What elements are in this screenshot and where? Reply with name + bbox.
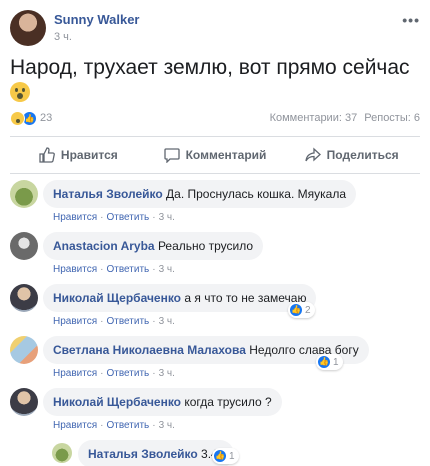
wow-reaction-icon — [10, 111, 25, 126]
author-name[interactable]: Sunny Walker — [54, 12, 139, 27]
comment-author[interactable]: Наталья Зволейко — [88, 447, 198, 461]
thumbs-up-icon — [39, 147, 55, 163]
like-button[interactable]: Нравится — [10, 140, 147, 170]
comment-text: Недолго слава богу — [249, 343, 359, 357]
comment-author[interactable]: Николай Щербаченко — [53, 395, 181, 409]
comment-reply-link[interactable]: Ответить — [106, 368, 149, 379]
like-button-label: Нравится — [60, 148, 118, 162]
share-button[interactable]: Поделиться — [283, 140, 420, 170]
like-reaction-icon: 👍 — [317, 355, 331, 369]
comment-like-badge[interactable]: 👍 1 — [316, 354, 343, 370]
more-options-icon[interactable]: ••• — [402, 12, 420, 28]
post-text: Народ, трухает землю, вот прямо сейчас — [10, 55, 422, 107]
avatar[interactable] — [10, 180, 38, 208]
post-time[interactable]: 3 ч. — [54, 31, 72, 43]
reactions-summary: 👍 23 Комментарии: 37 Репосты: 6 — [10, 110, 420, 128]
comment-bubble: Anastacion Aryba Реально трусило — [43, 232, 264, 260]
comment-like-link[interactable]: Нравится — [53, 264, 97, 275]
divider — [10, 173, 420, 174]
comment-reply-link[interactable]: Ответить — [106, 264, 149, 275]
comment-author[interactable]: Anastacion Aryba — [53, 239, 155, 253]
comment-actions: Нравится · Ответить · 3 ч. — [53, 212, 175, 223]
comment-actions: Нравится · Ответить · 3 ч. — [53, 368, 175, 379]
post-stats: Комментарии: 37 Репосты: 6 — [266, 112, 420, 124]
comment-button[interactable]: Комментарий — [147, 140, 284, 170]
comment-like-badge[interactable]: 👍 2 — [288, 302, 315, 318]
share-icon — [305, 147, 321, 162]
author-avatar[interactable] — [10, 10, 46, 46]
comment-time[interactable]: 3 ч. — [159, 316, 175, 327]
comment-text: Да. Проснулась кошка. Мяукала — [166, 187, 346, 201]
comment-like-link[interactable]: Нравится — [53, 316, 97, 327]
comment-like-badge[interactable]: 👍 1 — [212, 448, 239, 464]
comment-author[interactable]: Наталья Зволейко — [53, 187, 163, 201]
comment-like-count: 1 — [229, 450, 235, 462]
comment-text: Реально трусило — [157, 239, 254, 253]
comment-author[interactable]: Светлана Николаевна Малахова — [53, 343, 246, 357]
comment-like-link[interactable]: Нравится — [53, 212, 97, 223]
like-reaction-icon: 👍 — [213, 449, 227, 463]
avatar[interactable] — [10, 336, 38, 364]
comment-like-count: 2 — [305, 304, 311, 316]
comment-bubble: Наталья Зволейко Да. Проснулась кошка. М… — [43, 180, 356, 208]
comment-reply-link[interactable]: Ответить — [106, 316, 149, 327]
comment-actions: Нравится · Ответить · 3 ч. — [53, 264, 175, 275]
comment-reply-link[interactable]: Ответить — [106, 212, 149, 223]
divider — [10, 136, 420, 137]
reaction-count[interactable]: 23 — [40, 112, 52, 124]
comment-like-count: 1 — [333, 356, 339, 368]
comment-text: а я что то не замечаю — [184, 291, 307, 305]
comment-time[interactable]: 3 ч. — [159, 420, 175, 431]
comment-bubble: Николай Щербаченко а я что то не замечаю — [43, 284, 317, 312]
avatar[interactable] — [10, 232, 38, 260]
comment-icon — [163, 148, 180, 163]
comment-reply-link[interactable]: Ответить — [106, 420, 149, 431]
reposts-count[interactable]: Репосты: 6 — [364, 112, 420, 124]
comments-count[interactable]: Комментарии: 37 — [270, 112, 358, 124]
avatar[interactable] — [10, 284, 38, 312]
avatar[interactable] — [52, 443, 72, 463]
action-bar: Нравится Комментарий Поделиться — [10, 140, 420, 170]
reaction-icons[interactable]: 👍 — [10, 111, 37, 126]
comment-button-label: Комментарий — [185, 148, 267, 162]
comment-bubble: Николай Щербаченко когда трусило ? — [43, 388, 282, 416]
post-header: Sunny Walker 3 ч. ••• — [10, 10, 420, 50]
comment-like-link[interactable]: Нравится — [53, 420, 97, 431]
comment-like-link[interactable]: Нравится — [53, 368, 97, 379]
like-reaction-icon: 👍 — [289, 303, 303, 317]
share-button-label: Поделиться — [326, 148, 399, 162]
comment-actions: Нравится · Ответить · 3 ч. — [53, 316, 175, 327]
wow-emoji-icon — [10, 82, 30, 102]
comment-time[interactable]: 3 ч. — [159, 264, 175, 275]
post-text-content: Народ, трухает землю, вот прямо сейчас — [10, 56, 410, 79]
comment-text: когда трусило ? — [184, 395, 272, 409]
comment-bubble: Наталья Зволейко 3.45 — [78, 440, 235, 466]
comment-time[interactable]: 3 ч. — [159, 212, 175, 223]
avatar[interactable] — [10, 388, 38, 416]
comment-time[interactable]: 3 ч. — [159, 368, 175, 379]
comment-actions: Нравится · Ответить · 3 ч. — [53, 420, 175, 431]
comment-author[interactable]: Николай Щербаченко — [53, 291, 181, 305]
